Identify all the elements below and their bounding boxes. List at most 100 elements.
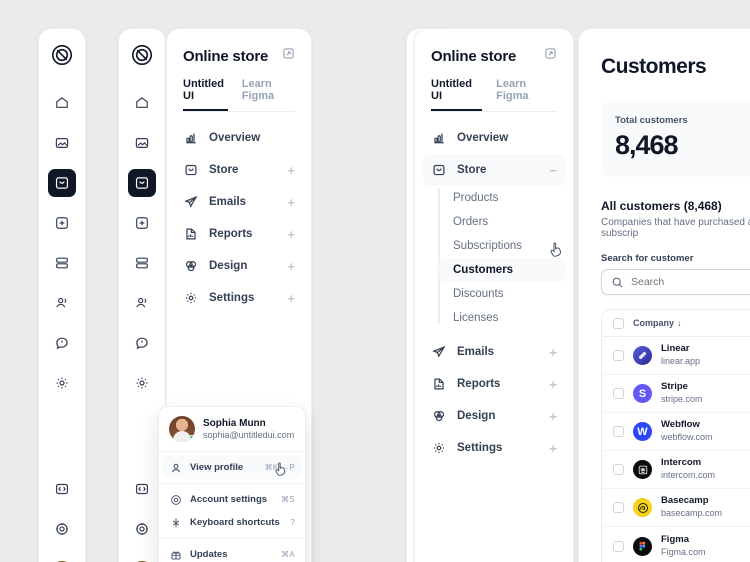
table-row[interactable]: Linear linear.app bbox=[602, 337, 750, 375]
external-link-icon[interactable] bbox=[282, 47, 295, 65]
nav-item-overview[interactable]: Overview bbox=[423, 122, 565, 154]
sub-item-products[interactable]: Products bbox=[439, 186, 565, 210]
nav-label: Design bbox=[209, 260, 248, 272]
nav-item-store[interactable]: Store − bbox=[423, 154, 565, 186]
row-checkbox[interactable] bbox=[613, 464, 624, 475]
sub-item-orders[interactable]: Orders bbox=[439, 210, 565, 234]
expand-plus-icon[interactable]: + bbox=[549, 378, 557, 391]
sort-arrow-down-icon: ↓ bbox=[677, 318, 682, 328]
menu-item-account-settings[interactable]: Account settings ⌘S bbox=[163, 488, 301, 511]
expand-plus-icon[interactable]: + bbox=[549, 410, 557, 423]
tab-untitled-ui[interactable]: Untitled UI bbox=[183, 78, 228, 111]
rail-item-home[interactable] bbox=[48, 89, 76, 117]
row-checkbox[interactable] bbox=[613, 388, 624, 399]
sub-label: Discounts bbox=[453, 288, 504, 300]
rail-item-home[interactable] bbox=[128, 89, 156, 117]
table-row[interactable]: Intercom intercom.com bbox=[602, 451, 750, 489]
rail-item-settings[interactable] bbox=[48, 369, 76, 397]
sub-item-subscriptions[interactable]: Subscriptions bbox=[439, 234, 565, 258]
secondary-nav-expanded: Online store Untitled UI Learn Figma Ove… bbox=[414, 28, 574, 562]
nav-item-reports[interactable]: Reports + bbox=[175, 218, 303, 250]
column-header-company[interactable]: Company ↓ bbox=[633, 318, 682, 328]
expand-plus-icon[interactable]: + bbox=[287, 260, 295, 273]
nav-item-overview[interactable]: Overview bbox=[175, 122, 303, 154]
sub-item-discounts[interactable]: Discounts bbox=[439, 282, 565, 306]
expand-plus-icon[interactable]: + bbox=[287, 164, 295, 177]
menu-item-updates[interactable]: Updates ⌘A bbox=[163, 543, 301, 562]
table-row[interactable]: Figma Figma.com bbox=[602, 527, 750, 562]
gift-icon bbox=[169, 548, 182, 561]
nav-item-emails[interactable]: Emails + bbox=[175, 186, 303, 218]
total-customers-stat-card: Total customers 8,468 ↑ 20% bbox=[601, 101, 750, 177]
nav-item-design[interactable]: Design + bbox=[423, 400, 565, 432]
rail-item-add[interactable] bbox=[128, 209, 156, 237]
tab-learn-figma[interactable]: Learn Figma bbox=[496, 78, 557, 111]
inbox-icon bbox=[431, 162, 447, 178]
menu-item-view-profile[interactable]: View profile ⌘K →P bbox=[163, 456, 301, 479]
rail-item-messages[interactable] bbox=[48, 329, 76, 357]
expand-plus-icon[interactable]: + bbox=[287, 292, 295, 305]
nav-label: Overview bbox=[457, 132, 509, 144]
row-checkbox[interactable] bbox=[613, 502, 624, 513]
collapse-minus-icon[interactable]: − bbox=[549, 164, 557, 177]
nav-item-emails[interactable]: Emails + bbox=[423, 336, 565, 368]
sub-label: Customers bbox=[453, 264, 514, 276]
tab-learn-figma[interactable]: Learn Figma bbox=[242, 78, 295, 111]
table-row[interactable]: W Webflow webflow.com bbox=[602, 413, 750, 451]
rail-item-users[interactable] bbox=[48, 289, 76, 317]
rail-item-messages[interactable] bbox=[128, 329, 156, 357]
row-checkbox[interactable] bbox=[613, 426, 624, 437]
search-label: Search for customer bbox=[601, 253, 694, 264]
company-domain: basecamp.com bbox=[661, 508, 723, 519]
sub-item-customers[interactable]: Customers bbox=[439, 258, 565, 282]
table-row[interactable]: S Stripe stripe.com bbox=[602, 375, 750, 413]
nav-label: Reports bbox=[457, 378, 501, 390]
dropdown-group-profile: View profile ⌘K →P bbox=[159, 452, 305, 484]
rail-item-layers[interactable] bbox=[128, 249, 156, 277]
nav-item-store[interactable]: Store + bbox=[175, 154, 303, 186]
untitled-ui-logo-icon[interactable] bbox=[50, 43, 74, 67]
rail-item-add[interactable] bbox=[48, 209, 76, 237]
expand-plus-icon[interactable]: + bbox=[287, 228, 295, 241]
external-link-icon[interactable] bbox=[544, 47, 557, 65]
nav-item-settings[interactable]: Settings + bbox=[175, 282, 303, 314]
section-heading: All customers (8,468) bbox=[601, 199, 722, 213]
page-title: Online store bbox=[431, 47, 517, 65]
company-name: Figma bbox=[661, 533, 689, 545]
rail-item-collapse-panel[interactable] bbox=[128, 475, 156, 503]
tab-untitled-ui[interactable]: Untitled UI bbox=[431, 78, 482, 111]
select-all-checkbox[interactable] bbox=[613, 317, 624, 329]
rail-item-help[interactable] bbox=[48, 515, 76, 543]
sub-label: Products bbox=[453, 192, 499, 204]
customers-table: Company ↓ Linear linear.app S Stripe str… bbox=[601, 309, 750, 562]
settings-icon bbox=[169, 493, 182, 506]
rail-item-store[interactable] bbox=[48, 169, 76, 197]
nav-item-reports[interactable]: Reports + bbox=[423, 368, 565, 400]
expand-plus-icon[interactable]: + bbox=[549, 442, 557, 455]
nav-item-settings[interactable]: Settings + bbox=[423, 432, 565, 464]
dropdown-user-header[interactable]: Sophia Munn sophia@untitledui.com bbox=[159, 407, 305, 452]
icon-rail-1 bbox=[38, 28, 86, 562]
rail-item-dashboard[interactable] bbox=[128, 129, 156, 157]
rail-item-layers[interactable] bbox=[48, 249, 76, 277]
rail-item-store[interactable] bbox=[128, 169, 156, 197]
search-input[interactable] bbox=[631, 276, 750, 288]
rail-item-settings[interactable] bbox=[128, 369, 156, 397]
row-checkbox[interactable] bbox=[613, 350, 624, 361]
page-heading: Customers bbox=[601, 55, 707, 78]
sub-item-licenses[interactable]: Licenses bbox=[439, 306, 565, 330]
rail-item-help[interactable] bbox=[128, 515, 156, 543]
row-checkbox[interactable] bbox=[613, 540, 624, 552]
nav-item-design[interactable]: Design + bbox=[175, 250, 303, 282]
table-row[interactable]: Basecamp basecamp.com bbox=[602, 489, 750, 527]
search-field[interactable] bbox=[601, 269, 750, 295]
rail-item-dashboard[interactable] bbox=[48, 129, 76, 157]
expand-plus-icon[interactable]: + bbox=[287, 196, 295, 209]
menu-label: Account settings bbox=[190, 494, 268, 505]
expand-plus-icon[interactable]: + bbox=[549, 346, 557, 359]
send-icon bbox=[431, 344, 447, 360]
rail-item-users[interactable] bbox=[128, 289, 156, 317]
rail-item-collapse-panel[interactable] bbox=[48, 475, 76, 503]
untitled-ui-logo-icon[interactable] bbox=[130, 43, 154, 67]
menu-item-keyboard-shortcuts[interactable]: Keyboard shortcuts ? bbox=[163, 511, 301, 534]
